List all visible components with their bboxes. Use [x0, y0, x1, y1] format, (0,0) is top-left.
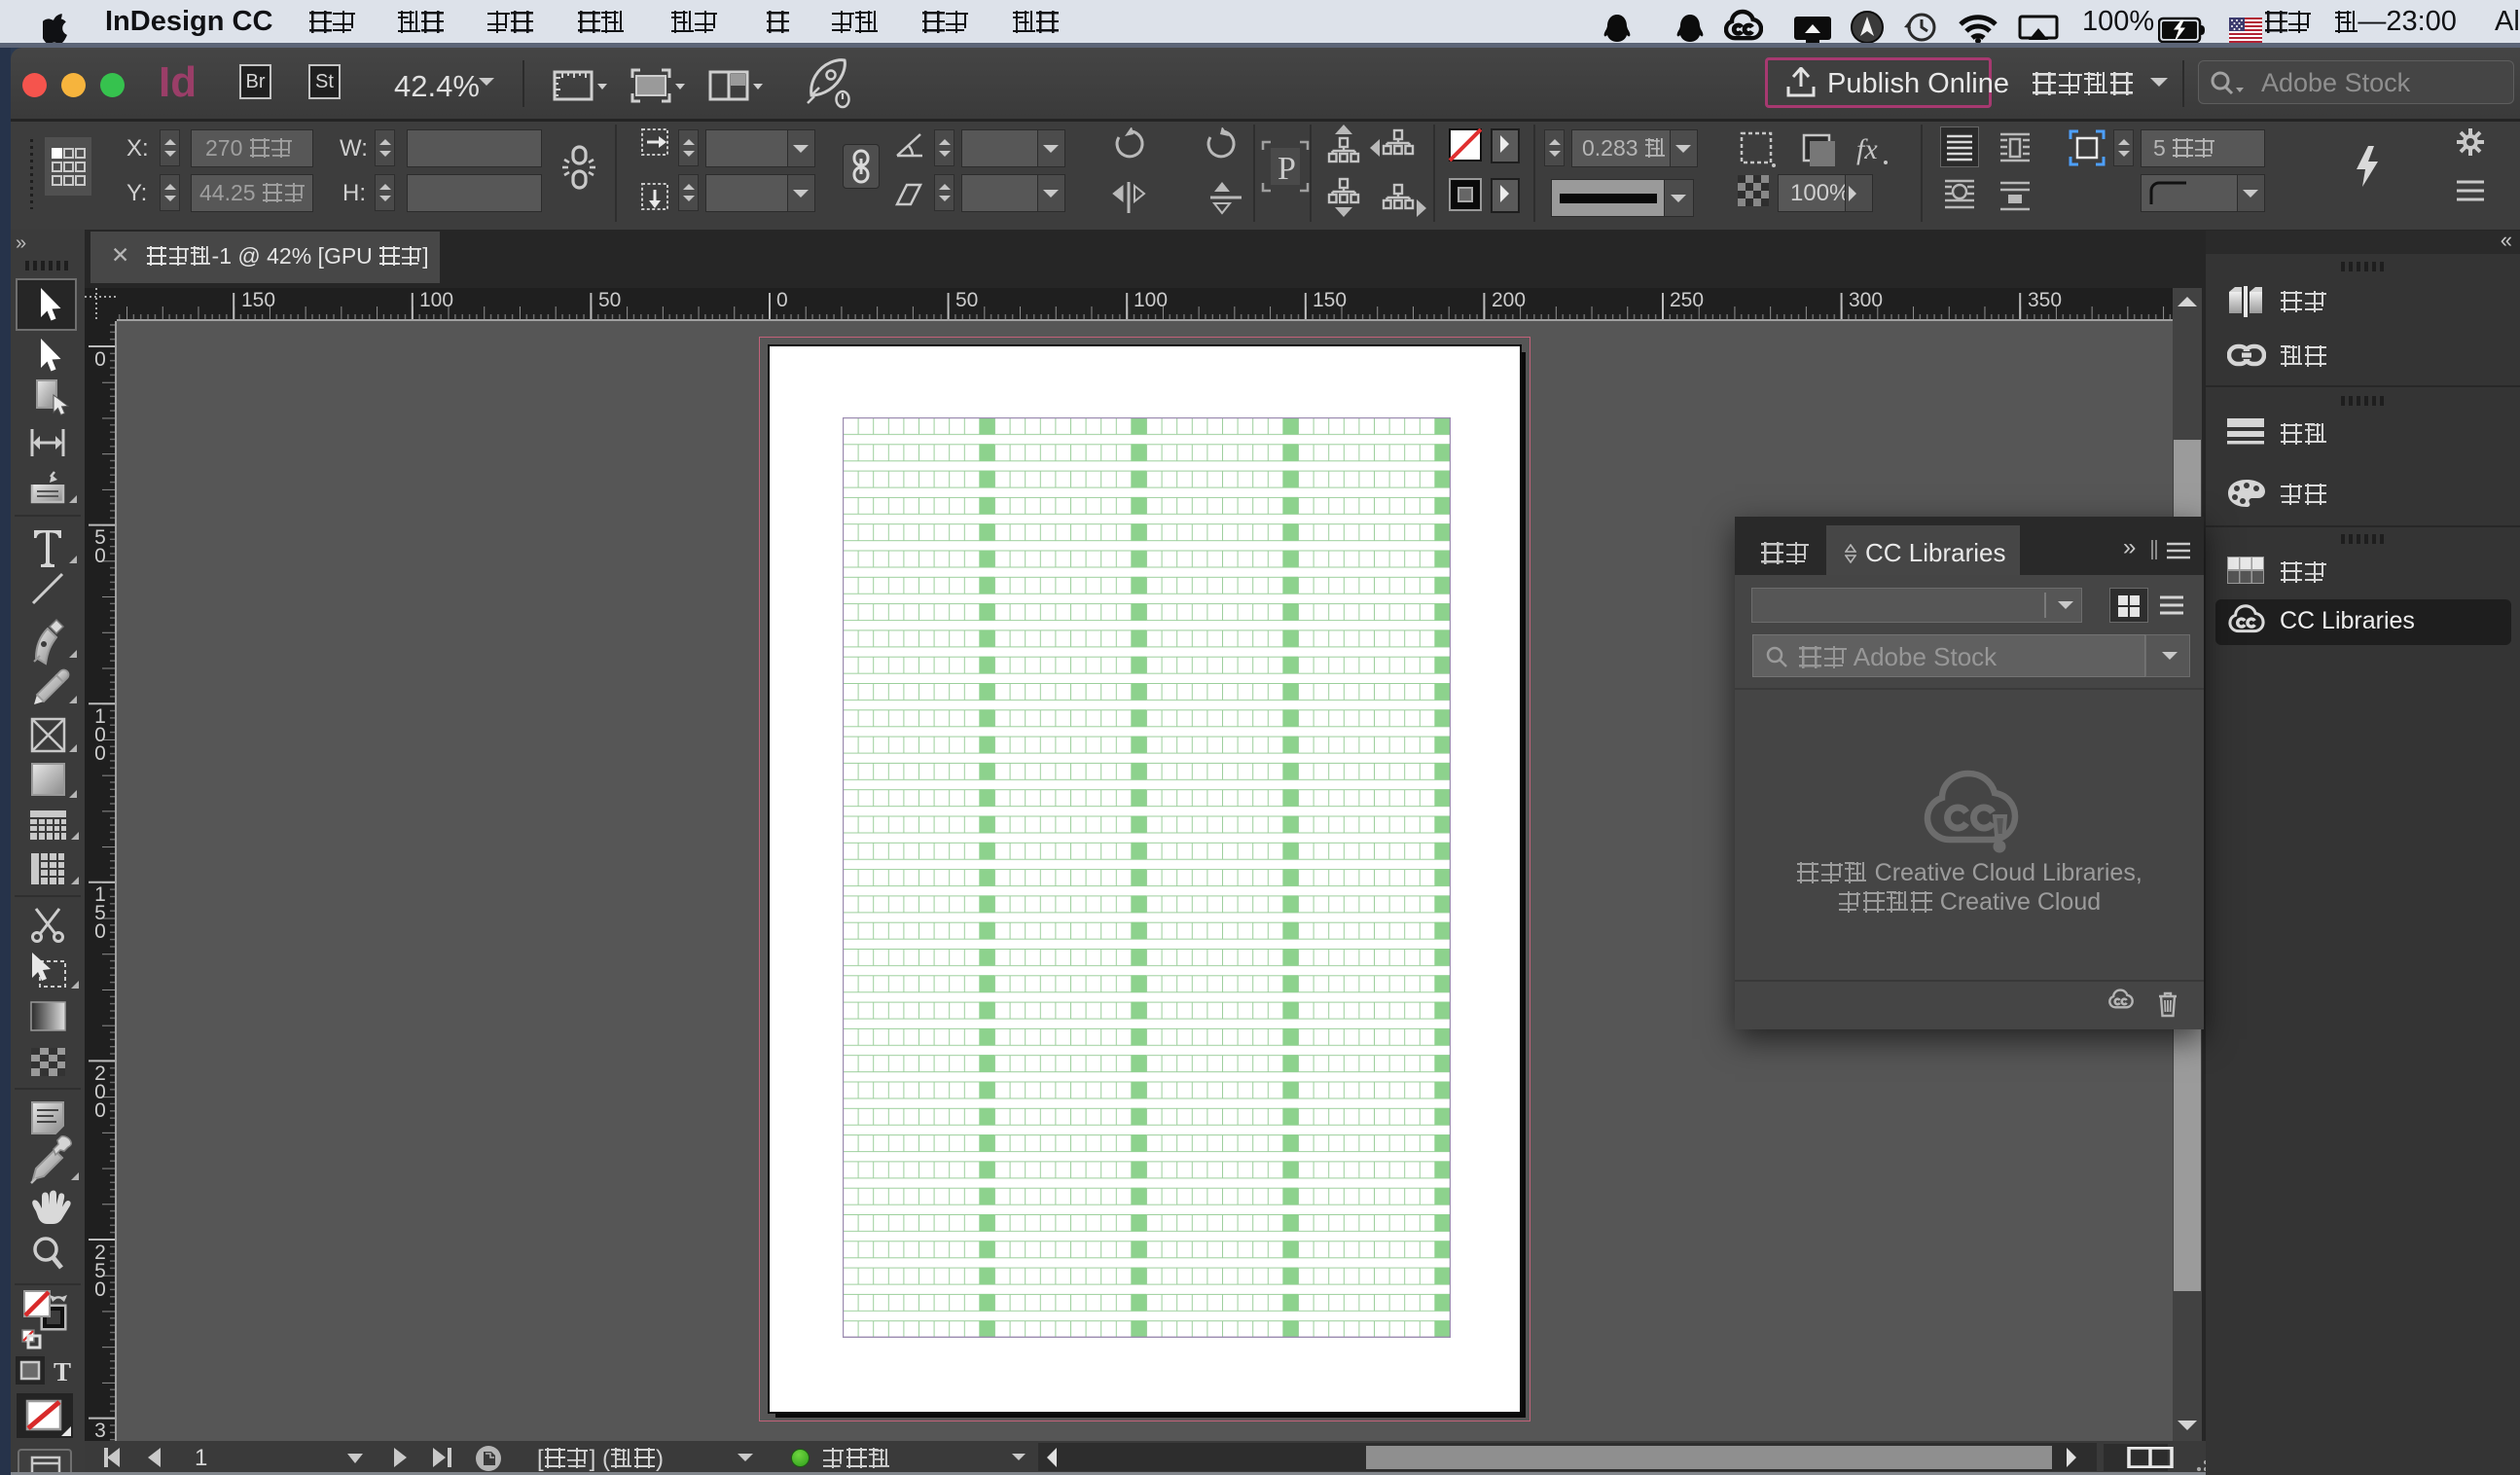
- svg-text:1: 1: [195, 1446, 207, 1469]
- svg-text:T: T: [54, 1357, 71, 1386]
- svg-text:P: P: [1278, 151, 1296, 187]
- svg-text:fx: fx: [1856, 133, 1878, 165]
